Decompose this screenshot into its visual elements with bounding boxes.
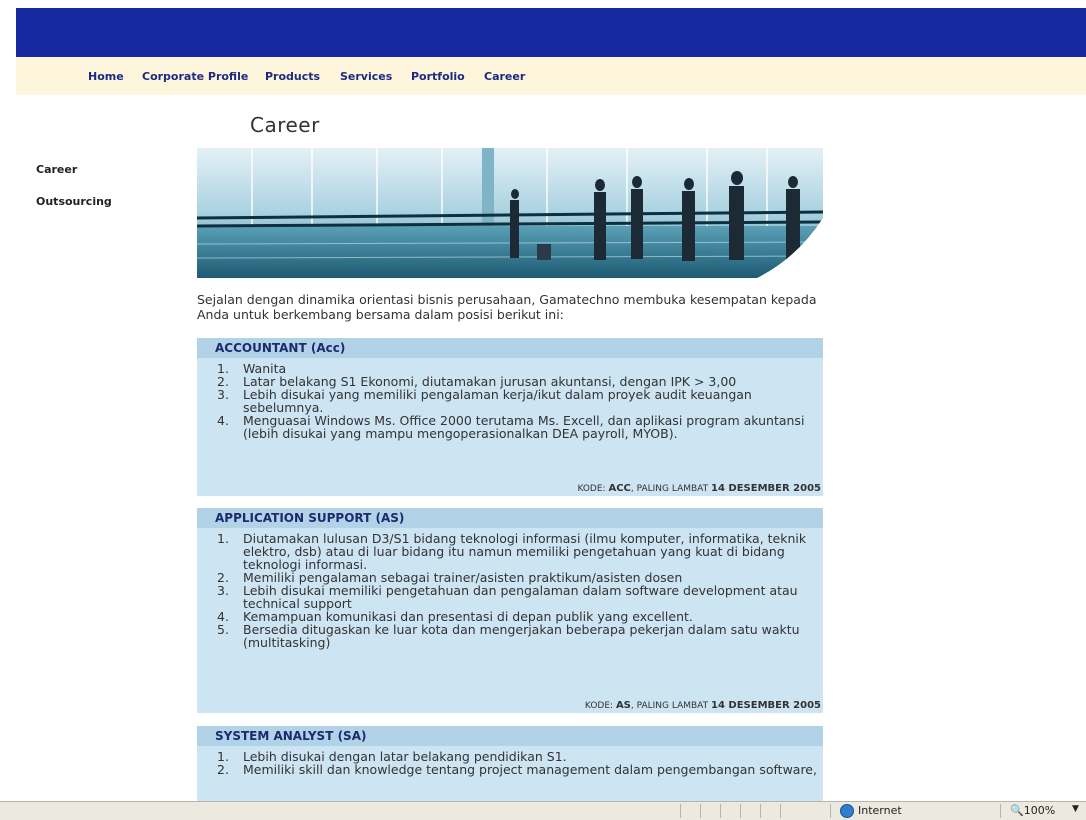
sidebar-item-outsourcing[interactable]: Outsourcing [36, 195, 112, 208]
zoom-dropdown-icon[interactable]: ▼ [1072, 804, 1079, 814]
browser-status-bar: Internet 🔍100% ▼ [0, 801, 1086, 820]
security-zone-label: Internet [858, 804, 902, 817]
job-requirements: 1. Diutamakan lulusan D3/S1 bidang teknol… [197, 528, 823, 649]
nav-products[interactable]: Products [265, 70, 320, 83]
nav-services[interactable]: Services [340, 70, 392, 83]
job-system-analyst: SYSTEM ANALYST (SA) 1. Lebih disukai deng… [197, 726, 823, 801]
hero-image [197, 148, 823, 278]
zoom-control[interactable]: 🔍100% [1010, 804, 1055, 817]
nav-corporate-profile[interactable]: Corporate Profile [142, 70, 248, 83]
job-code-deadline: KODE: ACC, PALING LAMBAT 14 DESEMBER 200… [577, 483, 821, 494]
job-requirements: 1. Lebih disukai dengan latar belakang pe… [197, 746, 823, 776]
job-application-support: APPLICATION SUPPORT (AS) 1. Diutamakan lu… [197, 508, 823, 713]
nav-portfolio[interactable]: Portfolio [411, 70, 465, 83]
list-item: 3. Lebih disukai yang memiliki pengalaman… [217, 387, 752, 415]
job-title: SYSTEM ANALYST (SA) [197, 726, 823, 746]
page-title: Career [250, 113, 320, 137]
list-item: 5. Bersedia ditugaskan ke luar kota dan m… [217, 622, 800, 650]
list-item: 1. Diutamakan lulusan D3/S1 bidang teknol… [217, 531, 807, 572]
main-navigation: Home Corporate Profile Products Services… [16, 57, 1086, 95]
zoom-level: 100% [1023, 804, 1056, 817]
sidebar-item-career[interactable]: Career [36, 163, 77, 176]
nav-career[interactable]: Career [484, 70, 525, 83]
list-item: 3. Lebih disukai memiliki pengetahuan dan… [217, 583, 798, 611]
intro-text: Sejalan dengan dinamika orientasi bisnis… [197, 292, 817, 322]
job-accountant: ACCOUNTANT (Acc) 1. Wanita 2. Latar belaka… [197, 338, 823, 496]
job-title: APPLICATION SUPPORT (AS) [197, 508, 823, 528]
nav-home[interactable]: Home [88, 70, 124, 83]
magnifier-icon: 🔍 [1010, 804, 1024, 817]
list-item: 4. Menguasai Windows Ms. Office 2000 teru… [217, 413, 805, 441]
job-code-deadline: KODE: AS, PALING LAMBAT 14 DESEMBER 2005 [584, 700, 821, 711]
job-requirements: 1. Wanita 2. Latar belakang S1 Ekonomi, di… [197, 358, 823, 440]
header-banner [16, 8, 1086, 57]
globe-icon [840, 804, 854, 818]
list-item: 2. Memiliki skill dan knowledge tentang p… [217, 762, 817, 777]
job-title: ACCOUNTANT (Acc) [197, 338, 823, 358]
